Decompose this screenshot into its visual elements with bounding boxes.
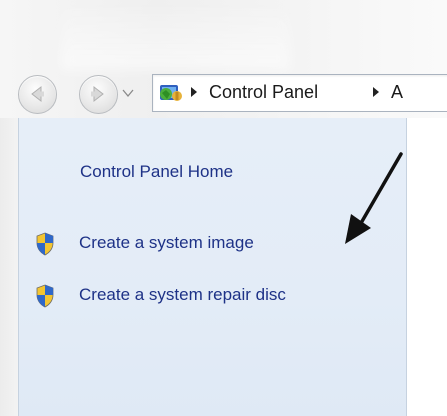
black-arrow-pointer	[345, 152, 403, 244]
chevron-down-icon[interactable]	[121, 86, 135, 100]
address-bar[interactable]: Control Panel A	[152, 74, 447, 112]
forward-arrow-icon	[91, 85, 104, 103]
titlebar-glass-reflection	[60, 0, 290, 70]
control-panel-home-link[interactable]: Control Panel Home	[80, 162, 233, 182]
forward-button[interactable]	[79, 75, 118, 114]
back-button[interactable]	[18, 75, 57, 114]
back-arrow-icon	[31, 85, 44, 103]
breadcrumb-separator-icon	[373, 87, 379, 97]
window-titlebar: Control Panel A	[0, 0, 447, 118]
task-label: Create a system image	[79, 233, 254, 252]
uac-shield-icon	[36, 284, 54, 308]
navigation-bar: Control Panel A	[0, 68, 447, 118]
navigation-pane: Control Panel Home Create a system image…	[18, 118, 407, 416]
control-panel-icon	[160, 85, 182, 101]
breadcrumb-next[interactable]: A	[391, 82, 403, 103]
task-label: Create a system repair disc	[79, 285, 286, 304]
uac-shield-icon	[36, 232, 54, 256]
breadcrumb-separator-icon	[191, 87, 197, 97]
breadcrumb-control-panel[interactable]: Control Panel	[209, 82, 318, 103]
window-left-border	[0, 118, 18, 416]
